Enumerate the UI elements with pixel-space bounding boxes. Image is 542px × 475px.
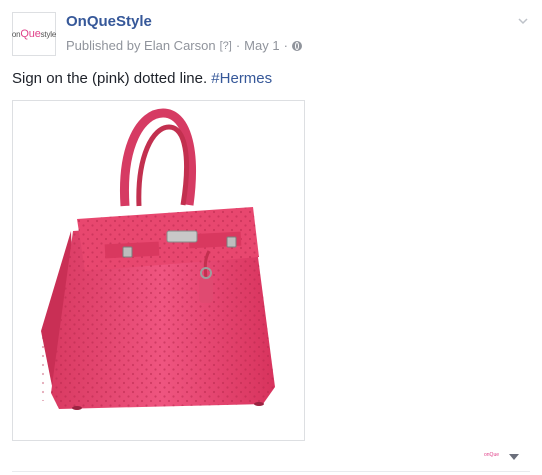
handbag-image bbox=[40, 108, 275, 410]
chevron-down-icon[interactable] bbox=[518, 16, 528, 26]
caret-down-icon[interactable] bbox=[509, 454, 519, 460]
avatar-logo: onQuestyle bbox=[11, 28, 57, 40]
post-text: Sign on the (pink) dotted line. bbox=[12, 70, 208, 87]
footer-divider bbox=[12, 471, 530, 472]
post-meta: Published by Elan Carson [?] · May 1 · bbox=[66, 38, 302, 53]
facebook-post: onQuestyle OnQueStyle Published by Elan … bbox=[0, 0, 542, 475]
page-name-link[interactable]: OnQueStyle bbox=[66, 13, 152, 30]
post-photo[interactable] bbox=[12, 100, 305, 441]
globe-icon[interactable] bbox=[291, 40, 302, 51]
help-link[interactable]: [?] bbox=[220, 40, 232, 52]
meta-separator: · bbox=[283, 38, 288, 53]
hashtag-link[interactable]: #Hermes bbox=[211, 70, 272, 87]
footer-logo: onQue bbox=[484, 452, 500, 458]
meta-separator: · bbox=[235, 38, 241, 53]
post-date-link[interactable]: May 1 bbox=[244, 38, 279, 53]
post-message: Sign on the (pink) dotted line. #Hermes bbox=[12, 70, 272, 87]
page-avatar[interactable]: onQuestyle bbox=[12, 12, 56, 56]
publisher-text: Published by Elan Carson bbox=[66, 38, 216, 53]
